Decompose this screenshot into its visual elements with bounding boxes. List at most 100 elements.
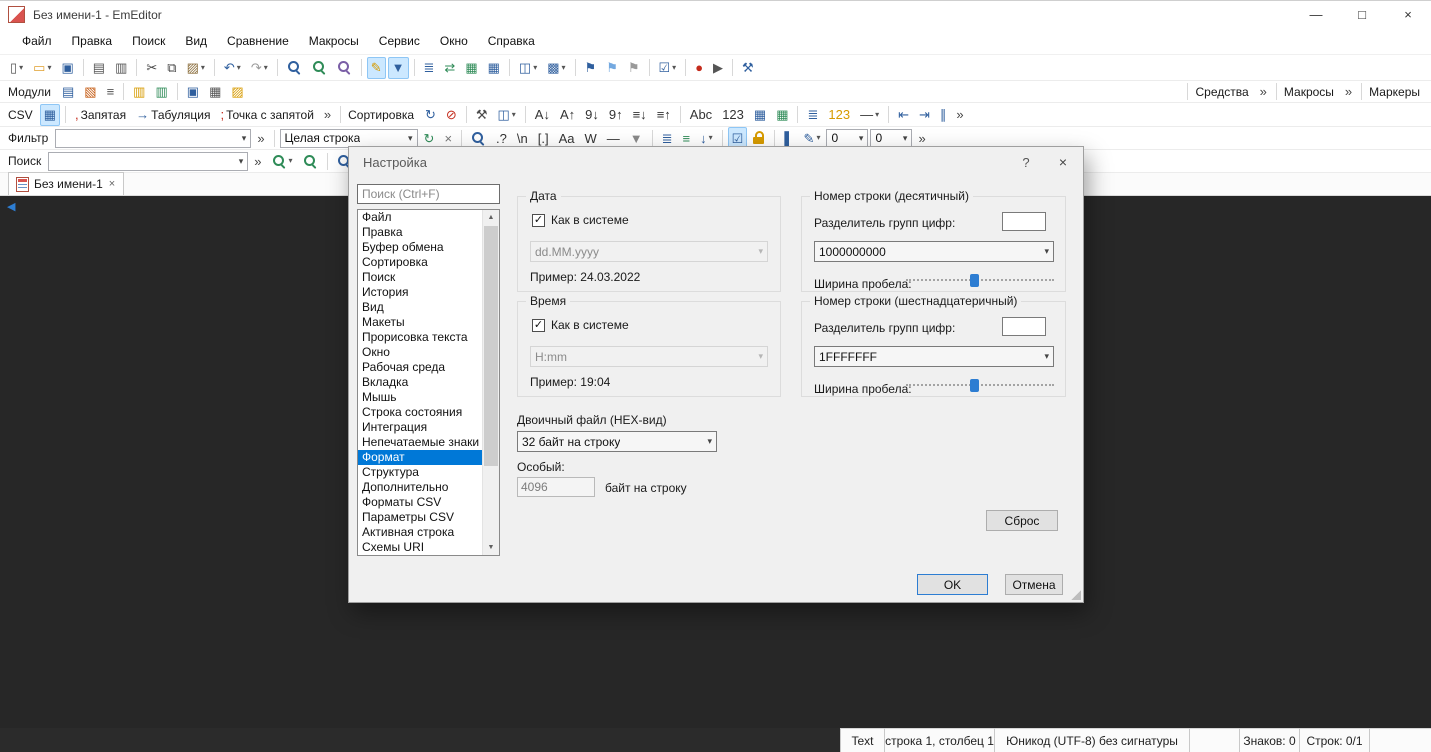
sort-length-desc-button[interactable]: ≡↑ — [653, 104, 675, 126]
find-all-button[interactable] — [299, 150, 322, 172]
plugin-word-count-button[interactable]: ▦ — [205, 81, 225, 103]
next-bookmark-button[interactable]: ⚑ — [581, 57, 601, 79]
sort-refresh-button[interactable]: ↻ — [421, 104, 440, 126]
new-file-button[interactable]: ▯ — [6, 57, 27, 79]
tab-close-icon[interactable]: × — [108, 178, 116, 190]
category-item[interactable]: История — [358, 285, 483, 300]
tab-document[interactable]: Без имени-1 × — [8, 172, 125, 195]
category-item[interactable]: Формат — [358, 450, 483, 465]
time-system-checkbox[interactable]: Как в системе — [532, 318, 629, 332]
category-item[interactable]: Сортировка — [358, 255, 483, 270]
maximize-button[interactable]: □ — [1339, 1, 1385, 28]
category-item[interactable]: Непечатаемые знаки — [358, 435, 483, 450]
replace-in-files-button[interactable] — [333, 57, 356, 79]
csv-semicolon-button[interactable]: ; Точка с запятой — [216, 104, 317, 126]
tools-overflow-button[interactable]: » — [1256, 81, 1271, 103]
plugin-tooltip-button[interactable]: ▥ — [151, 81, 171, 103]
sort-num-asc-button[interactable]: 9↓ — [581, 104, 603, 126]
find-in-document-button[interactable]: ▥ — [111, 57, 131, 79]
help-icon[interactable]: ? — [1009, 155, 1043, 170]
plugin-explorer-button[interactable]: ▤ — [58, 81, 78, 103]
macros-overflow-button[interactable]: » — [1341, 81, 1356, 103]
save-button[interactable]: ▣ — [57, 57, 77, 79]
category-item[interactable]: Параметры CSV — [358, 510, 483, 525]
sort-length-asc-button[interactable]: ≡↓ — [629, 104, 651, 126]
heading-rows-combo[interactable]: 0 — [826, 128, 869, 148]
category-item[interactable]: Строка состояния — [358, 405, 483, 420]
category-item[interactable]: Буфер обмена — [358, 240, 483, 255]
scroll-thumb[interactable] — [484, 226, 498, 466]
record-macro-button[interactable]: ● — [691, 57, 707, 79]
category-item[interactable]: Вкладка — [358, 375, 483, 390]
sync-scroll-button[interactable]: ⇄ — [440, 57, 459, 79]
category-item[interactable]: Прорисовка текста — [358, 330, 483, 345]
csv-comma-button[interactable]: , Запятая — [71, 104, 130, 126]
copy-button[interactable]: ⧉ — [163, 57, 180, 79]
cell-selection-button[interactable]: ◫ — [515, 57, 541, 79]
find-next-button[interactable] — [268, 150, 297, 172]
print-button[interactable]: ▤ — [89, 57, 109, 79]
category-item[interactable]: Структура — [358, 465, 483, 480]
category-item[interactable]: Активная строка — [358, 525, 483, 540]
paste-button[interactable]: ▨ — [183, 57, 209, 79]
csv-tab-button[interactable]: → Табуляция — [132, 104, 214, 126]
run-macro-button[interactable]: ▶ — [709, 57, 727, 79]
plugin-search-bar-button[interactable]: ▣ — [183, 81, 203, 103]
line-numbers-button[interactable]: ≣ — [803, 104, 822, 126]
settings-search-input[interactable] — [357, 184, 500, 204]
filter-toggle-button[interactable]: ▼ — [387, 56, 409, 79]
clear-bookmarks-button[interactable]: ⚑ — [624, 57, 644, 79]
previous-bookmark-button[interactable]: ⚑ — [602, 57, 622, 79]
reset-button[interactable]: Сброс — [986, 510, 1058, 531]
category-item[interactable]: Форматы CSV — [358, 495, 483, 510]
scroll-up-icon[interactable] — [483, 210, 499, 225]
slider-thumb[interactable] — [969, 274, 979, 287]
sort-disable-button[interactable]: ⊘ — [442, 104, 461, 126]
decimal-sample-combo[interactable]: 1000000000 — [814, 241, 1054, 262]
fixed-columns-combo[interactable]: 0 — [870, 128, 913, 148]
column-width-button[interactable]: — — [856, 104, 883, 126]
compare-documents-button[interactable]: ≣ — [420, 57, 439, 79]
undo-button[interactable]: ↶ — [220, 57, 245, 79]
column-options-button[interactable]: ▩ — [543, 57, 569, 79]
hex-space-width-slider[interactable] — [906, 378, 1054, 392]
csv-overflow-button-2[interactable]: » — [952, 104, 967, 126]
freeze-table-button[interactable]: ▦ — [750, 104, 770, 126]
menu-item[interactable]: Окно — [430, 28, 478, 54]
validation-button[interactable]: ☑ — [655, 57, 681, 79]
filter-text-combo[interactable] — [55, 128, 252, 148]
move-column-left-button[interactable]: ⇤ — [894, 104, 913, 126]
category-item[interactable]: Окно — [358, 345, 483, 360]
digit-grouping-button[interactable]: 123 — [824, 104, 854, 126]
spell-check-button[interactable]: Abc — [686, 104, 716, 126]
category-item[interactable]: Вид — [358, 300, 483, 315]
plugin-comments-button[interactable]: ▥ — [129, 81, 149, 103]
open-file-button[interactable]: ▭ — [29, 57, 55, 79]
list-scrollbar[interactable] — [482, 210, 499, 555]
category-item[interactable]: Мышь — [358, 390, 483, 405]
menu-item[interactable]: Правка — [62, 28, 123, 54]
menu-item[interactable]: Поиск — [122, 28, 175, 54]
category-item[interactable]: Рабочая среда — [358, 360, 483, 375]
category-item[interactable]: Схемы URI — [358, 540, 483, 555]
sort-az-desc-button[interactable]: А↑ — [556, 104, 579, 126]
ok-button[interactable]: OK — [917, 574, 988, 595]
move-column-right-button[interactable]: ⇥ — [915, 104, 934, 126]
menu-item[interactable]: Макросы — [299, 28, 369, 54]
hex-separator-input[interactable] — [1002, 317, 1046, 336]
redo-button[interactable]: ↷ — [247, 57, 272, 79]
resize-grip[interactable] — [1070, 589, 1081, 600]
menu-item[interactable]: Сравнение — [217, 28, 299, 54]
hex-view-combo[interactable]: 32 байт на строку — [517, 431, 717, 452]
plugin-open-files-button[interactable]: ▨ — [227, 81, 247, 103]
find-in-files-button[interactable] — [308, 57, 331, 79]
sort-az-asc-button[interactable]: А↓ — [531, 104, 554, 126]
menu-item[interactable]: Файл — [12, 28, 62, 54]
plugin-outline-button[interactable]: ≡ — [103, 81, 119, 103]
select-column-button[interactable]: ◫ — [493, 104, 519, 126]
filter-match-combo[interactable]: Целая строка — [279, 128, 418, 148]
scroll-down-icon[interactable] — [483, 540, 499, 555]
highlight-search-button[interactable]: ✎ — [366, 56, 386, 79]
category-item[interactable]: Файл — [358, 210, 483, 225]
category-item[interactable]: Дополнительно — [358, 480, 483, 495]
